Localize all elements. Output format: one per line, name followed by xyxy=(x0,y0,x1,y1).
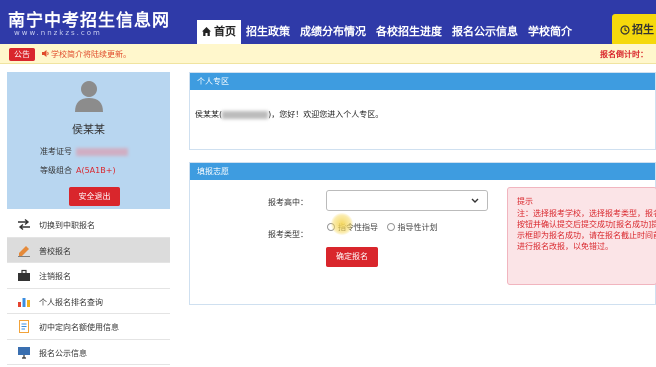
nav-home[interactable]: 首页 xyxy=(197,20,241,44)
radio-button[interactable] xyxy=(386,223,395,231)
radio-label: 指导性计划 xyxy=(397,223,438,232)
sidebar-item-label: 初中定向名额使用信息 xyxy=(39,323,119,332)
ticket-number-row: 准考证号 xyxy=(40,146,128,157)
main-nav: 首页 招生政策 成绩分布情况 各校招生进度 报名公示信息 学校简介 xyxy=(197,20,577,44)
ticket-number-redacted xyxy=(76,147,128,156)
tip-body: 注：选择报考学校，选择报考类型，报名按钮并确认提交后提交成功[报名成功]提示框即… xyxy=(517,209,656,251)
site-url: www.nnzkzs.com xyxy=(14,29,102,37)
sidebar-item-label: 个人报名排名查询 xyxy=(39,297,103,307)
sidebar-item-general-registration[interactable]: 普校报名 xyxy=(7,237,170,263)
personal-area-title: 个人专区 xyxy=(190,73,655,90)
user-name: 侯某某 xyxy=(72,123,105,136)
sidebar-item-switch-vocational[interactable]: 切换到中职报名 xyxy=(7,212,170,238)
profile-card: 侯某某 准考证号 等级组合 A(5A1B+) 安全退出 xyxy=(7,72,170,209)
submit-button[interactable]: 确定报名 xyxy=(326,247,378,267)
home-icon xyxy=(202,27,211,36)
redacted-id xyxy=(222,110,269,119)
type-label: 报考类型： xyxy=(268,230,308,239)
application-panel: 填报志愿 报考高中： 报考类型： 指令性指导 指导性计划 确定报名 提示 注：选… xyxy=(189,162,656,305)
header-right-button[interactable]: 招生 xyxy=(612,14,656,46)
sidebar-item-label: 切换到中职报名 xyxy=(39,221,95,230)
sidebar-item-label: 报名公示信息 xyxy=(39,348,87,358)
avatar-icon xyxy=(75,81,103,112)
nav-school-intro[interactable]: 学校简介 xyxy=(523,20,577,44)
cursor-highlight xyxy=(331,213,353,235)
header-right-label: 招生 xyxy=(632,23,654,36)
sidebar-item-cancel-registration[interactable]: 注销报名 xyxy=(7,263,170,289)
monitor-icon xyxy=(18,346,30,359)
application-title: 填报志愿 xyxy=(190,163,655,180)
site-logo-title[interactable]: 南宁中考招生信息网 xyxy=(8,6,170,31)
clock-icon xyxy=(620,25,630,35)
edit-icon xyxy=(18,245,30,257)
bar-chart-icon xyxy=(18,297,30,307)
school-select[interactable] xyxy=(326,190,488,211)
sidebar-item-label: 普校报名 xyxy=(39,246,71,256)
site-header: 南宁中考招生信息网 www.nnzkzs.com 首页 招生政策 成绩分布情况 … xyxy=(0,0,656,46)
nav-policy[interactable]: 招生政策 xyxy=(241,20,295,44)
sidebar-item-ranking-query[interactable]: 个人报名排名查询 xyxy=(7,289,170,314)
welcome-suffix: )，您好！欢迎您进入个人专区。 xyxy=(268,110,384,119)
nav-registration-public[interactable]: 报名公示信息 xyxy=(447,20,523,44)
logout-button[interactable]: 安全退出 xyxy=(69,187,120,206)
sidebar-menu: 切换到中职报名 普校报名 注销报名 个人报名排名查询 初中定向名额使用信息 报名… xyxy=(7,212,170,365)
tip-box: 提示 注：选择报考学校，选择报考类型，报名按钮并确认提交后提交成功[报名成功]提… xyxy=(507,187,656,285)
notice-bar: 公告 学校简介将陆续更新。 报名倒计时： xyxy=(0,44,656,64)
switch-icon xyxy=(18,218,30,231)
ticket-label: 准考证号 xyxy=(40,147,72,156)
grade-row: 等级组合 A(5A1B+) xyxy=(40,165,116,176)
welcome-message: 侯某某( )，您好！欢迎您进入个人专区。 xyxy=(195,109,383,120)
welcome-prefix: 侯某某( xyxy=(195,110,223,119)
tip-title: 提示 xyxy=(517,197,533,206)
notice-badge: 公告 xyxy=(9,48,35,61)
speaker-icon xyxy=(42,50,49,57)
countdown-label: 报名倒计时： xyxy=(600,50,648,59)
personal-area-panel: 个人专区 侯某某( )，您好！欢迎您进入个人专区。 xyxy=(189,72,656,150)
sidebar-item-public-info[interactable]: 报名公示信息 xyxy=(7,340,170,365)
document-icon xyxy=(19,320,29,333)
school-label: 报考高中： xyxy=(268,198,308,207)
radio-option-guidance[interactable]: 指导性计划 xyxy=(386,222,438,233)
grade-value: A(5A1B+) xyxy=(76,166,116,175)
nav-home-label: 首页 xyxy=(214,25,236,38)
grade-label: 等级组合 xyxy=(40,166,72,175)
nav-score-distribution[interactable]: 成绩分布情况 xyxy=(295,20,371,44)
chevron-down-icon xyxy=(471,198,479,203)
nav-school-progress[interactable]: 各校招生进度 xyxy=(371,20,447,44)
briefcase-icon xyxy=(18,269,30,281)
sidebar-item-directed-quota[interactable]: 初中定向名额使用信息 xyxy=(7,314,170,340)
sidebar-item-label: 注销报名 xyxy=(39,272,71,281)
notice-text[interactable]: 学校简介将陆续更新。 xyxy=(51,49,131,60)
